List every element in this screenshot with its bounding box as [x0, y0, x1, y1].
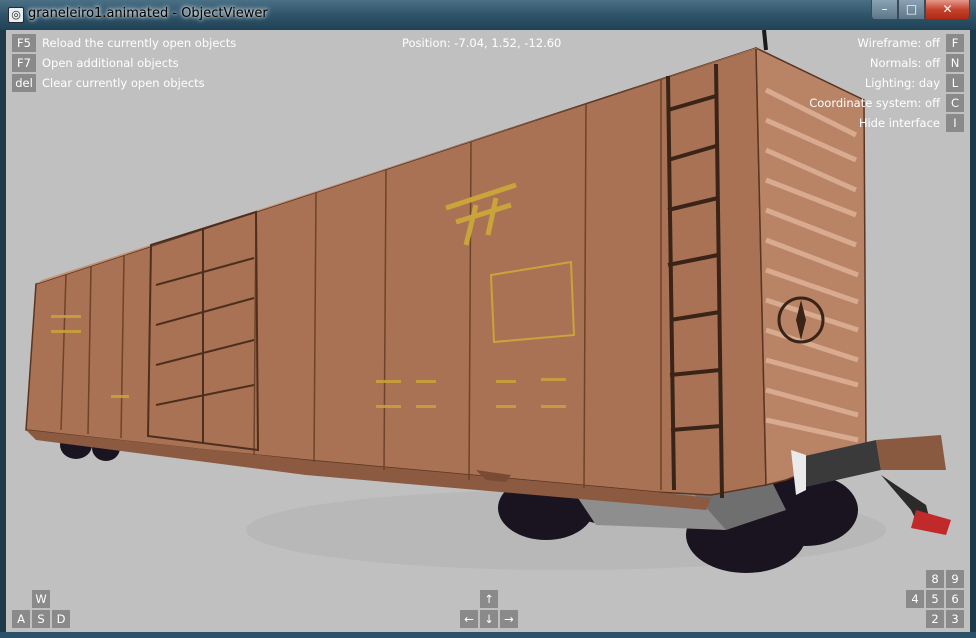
toggle-label: Lighting: day — [864, 76, 940, 90]
minimize-button[interactable]: – — [871, 0, 898, 20]
arrow-up-key[interactable]: ↑ — [480, 590, 498, 608]
reload-objects-command[interactable]: F5 Reload the currently open objects — [12, 34, 236, 52]
window-controls: – □ ✕ — [871, 0, 970, 20]
key-c[interactable]: C — [946, 94, 964, 112]
3d-viewport[interactable]: F5 Reload the currently open objects F7 Op… — [6, 30, 970, 632]
open-objects-command[interactable]: F7 Open additional objects — [12, 54, 179, 72]
key-a[interactable]: A — [12, 610, 30, 628]
key-w[interactable]: W — [32, 590, 50, 608]
arrow-down-key[interactable]: ↓ — [480, 610, 498, 628]
numpad-6-key[interactable]: 6 — [946, 590, 964, 608]
boxcar-model — [25, 30, 951, 573]
lighting-toggle[interactable]: Lighting: day L — [865, 74, 964, 92]
key-f[interactable]: F — [946, 34, 964, 52]
key-d[interactable]: D — [52, 610, 70, 628]
numpad-8-key[interactable]: 8 — [926, 570, 944, 588]
key-n[interactable]: N — [946, 54, 964, 72]
toggle-label: Hide interface — [858, 116, 940, 130]
key-f5[interactable]: F5 — [12, 34, 36, 52]
key-s[interactable]: S — [32, 610, 50, 628]
maximize-button[interactable]: □ — [898, 0, 925, 20]
key-i[interactable]: I — [946, 114, 964, 132]
numpad-9-key[interactable]: 9 — [946, 570, 964, 588]
key-del[interactable]: del — [12, 74, 36, 92]
numpad-2-key[interactable]: 2 — [926, 610, 944, 628]
window-frame-bottom — [0, 632, 976, 638]
command-label: Open additional objects — [42, 56, 179, 70]
key-l[interactable]: L — [946, 74, 964, 92]
arrow-right-key[interactable]: → — [500, 610, 518, 628]
window-title: graneleiro1.animated - ObjectViewer — [28, 6, 268, 21]
normals-toggle[interactable]: Normals: off N — [870, 54, 964, 72]
hide-interface-toggle[interactable]: Hide interface I — [859, 114, 964, 132]
numpad-4-key[interactable]: 4 — [906, 590, 924, 608]
clear-objects-command[interactable]: del Clear currently open objects — [12, 74, 205, 92]
camera-position: Position: -7.04, 1.52, -12.60 — [402, 36, 562, 50]
wireframe-toggle[interactable]: Wireframe: off F — [858, 34, 964, 52]
command-label: Clear currently open objects — [42, 76, 205, 90]
objectviewer-icon[interactable]: ◎ — [8, 7, 24, 23]
key-f7[interactable]: F7 — [12, 54, 36, 72]
toggle-label: Wireframe: off — [857, 36, 940, 50]
toggle-label: Normals: off — [869, 56, 940, 70]
coordinate-system-toggle[interactable]: Coordinate system: off C — [809, 94, 964, 112]
title-bar[interactable]: ◎ graneleiro1.animated - ObjectViewer – … — [0, 0, 976, 30]
toggle-label: Coordinate system: off — [809, 96, 940, 110]
car-side — [25, 46, 767, 496]
numpad-3-key[interactable]: 3 — [946, 610, 964, 628]
close-button[interactable]: ✕ — [925, 0, 970, 20]
command-label: Reload the currently open objects — [42, 36, 237, 50]
arrow-left-key[interactable]: ← — [460, 610, 478, 628]
numpad-5-key[interactable]: 5 — [926, 590, 944, 608]
